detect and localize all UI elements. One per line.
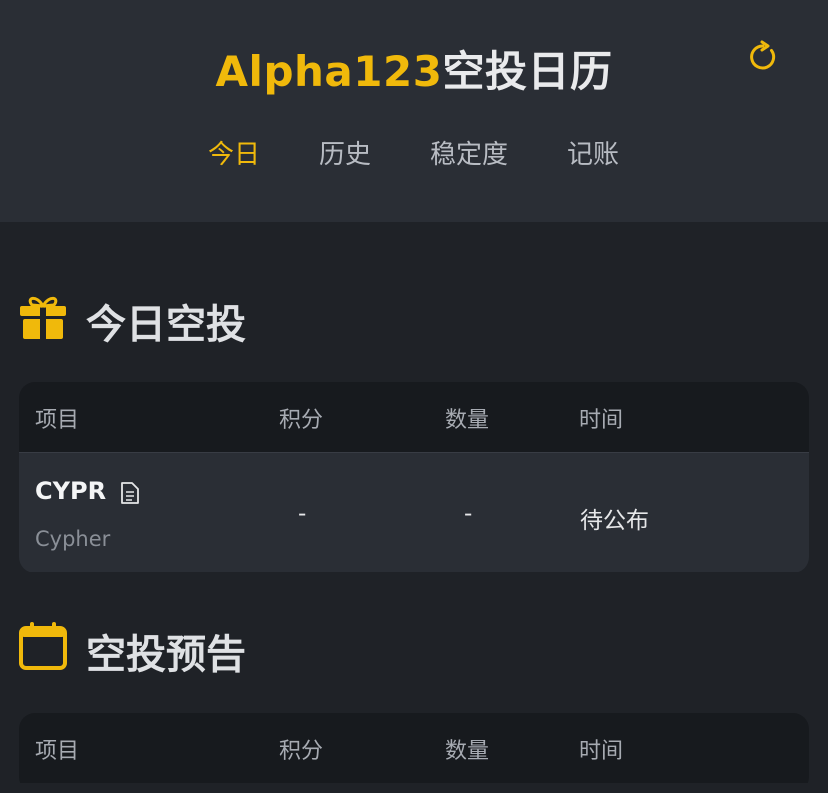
column-project: 项目 [35, 408, 80, 433]
tab-ledger[interactable]: 记账 [567, 134, 619, 171]
table-header: 项目 积分 数量 时间 [19, 382, 809, 452]
upcoming-section-title: 空投预告 [86, 632, 246, 678]
amount-value: - [464, 501, 473, 527]
title-text: 空投日历 [442, 47, 613, 96]
tab-stability[interactable]: 稳定度 [430, 134, 508, 171]
today-table: 项目 积分 数量 时间 CYPR Cypher - - 待公布 [19, 382, 809, 573]
table-header: 项目 积分 数量 时间 [19, 713, 809, 783]
today-section-title: 今日空投 [86, 302, 246, 348]
refresh-icon[interactable] [746, 40, 780, 74]
column-points: 积分 [279, 408, 324, 433]
tab-history[interactable]: 历史 [319, 134, 371, 171]
column-amount: 数量 [445, 408, 490, 433]
column-amount: 数量 [445, 739, 490, 764]
column-time: 时间 [579, 408, 624, 433]
document-icon[interactable] [120, 481, 140, 505]
nav-tabs: 今日 历史 稳定度 记账 [0, 134, 828, 174]
project-symbol: CYPR [35, 477, 107, 505]
points-value: - [298, 501, 307, 527]
time-value: 待公布 [580, 508, 649, 534]
column-points: 积分 [279, 739, 324, 764]
title-brand: Alpha123 [215, 47, 443, 96]
project-name: Cypher [35, 527, 111, 551]
upcoming-table: 项目 积分 数量 时间 [19, 713, 809, 793]
app-header: Alpha123空投日历 今日 历史 稳定度 记账 [0, 0, 828, 222]
tab-today[interactable]: 今日 [208, 134, 260, 171]
gift-icon [20, 296, 66, 339]
page-title: Alpha123空投日历 [0, 38, 828, 99]
column-time: 时间 [579, 739, 624, 764]
column-project: 项目 [35, 739, 80, 764]
calendar-icon [19, 622, 67, 670]
table-row[interactable]: CYPR Cypher - - 待公布 [19, 452, 809, 572]
